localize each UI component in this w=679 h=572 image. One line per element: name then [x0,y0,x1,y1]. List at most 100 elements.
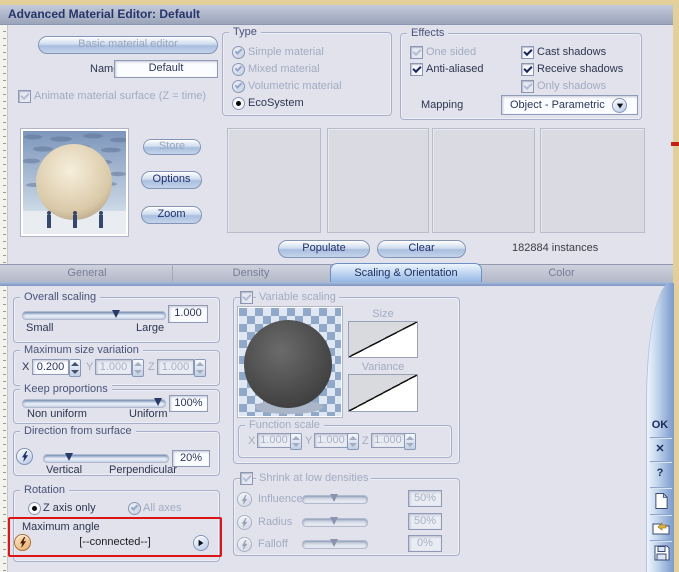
maximum-angle-function-bolt-icon[interactable] [14,534,31,551]
tab-color[interactable]: Color [480,264,643,282]
radio-all-axes[interactable] [128,502,141,515]
tab-accent-strip [0,282,673,286]
shrink-influence-bolt-icon [237,492,252,507]
cast-shadows-checkbox[interactable] [521,46,534,59]
shrink-influence-value: 50% [408,490,442,507]
animate-material-label: Animate material surface (Z = time) [34,90,207,102]
side-divider [650,461,672,462]
radio-simple-material [232,46,245,59]
variable-scaling-checkbox [240,291,253,304]
shrink-falloff-slider [302,539,368,549]
direction-function-bolt-icon[interactable] [16,448,33,465]
overall-scaling-value[interactable]: 1.000 [168,305,208,323]
variable-scaling-label: Variable scaling [256,291,339,303]
keep-proportions-max-label: Uniform [129,408,168,420]
radio-mixed-material-label: Mixed material [248,63,320,75]
variance-ramp[interactable] [348,374,418,412]
radio-volumetric-material [232,80,245,93]
msv-x-label: X [22,361,30,373]
populate-button[interactable]: Populate [278,240,370,258]
msv-z-value: 1.000 [157,359,194,375]
preview-sphere-image [22,131,128,234]
keep-proportions-slider[interactable] [22,398,166,408]
tab-general[interactable]: General [2,264,173,282]
name-input[interactable]: Default [114,60,218,78]
msv-x-value[interactable]: 0.200 [32,359,69,375]
shrink-influence-label: Influence [258,493,303,505]
fs-y-value: 1.000 [314,433,348,448]
size-ramp[interactable] [348,321,418,358]
save-material-icon[interactable] [654,545,670,564]
side-divider [650,437,672,438]
ecosystem-item-slot-2[interactable] [327,128,429,233]
help-button[interactable]: ? [648,467,672,481]
instance-count: 182884 instances [512,242,599,254]
radio-volumetric-material-label: Volumetric material [248,80,342,92]
radio-ecosystem-label: EcoSystem [248,97,304,109]
radio-ecosystem[interactable] [232,97,245,110]
direction-min-label: Vertical [46,464,83,476]
shrink-radius-value: 50% [408,513,442,530]
radio-z-axis-only-label: Z axis only [43,502,96,514]
anti-aliased-checkbox[interactable] [410,63,423,76]
direction-from-surface-label: Direction from surface [20,425,136,437]
fs-x-spinner [290,433,302,450]
shrink-falloff-label: Falloff [258,538,288,550]
tab-density[interactable]: Density [172,264,331,282]
radio-z-axis-only[interactable] [28,502,41,515]
clear-button[interactable]: Clear [377,240,466,258]
tab-scaling-orientation[interactable]: Scaling & Orientation [330,263,482,283]
ecosystem-item-slot-4[interactable] [540,128,645,233]
fs-z-label: Z [362,435,369,447]
msv-x-spinner[interactable] [69,359,81,377]
variance-ramp-label: Variance [361,361,405,373]
msv-y-value: 1.000 [95,359,132,375]
store-button: Store [143,139,201,155]
ecosystem-item-slot-3[interactable] [432,128,535,233]
ecosystem-item-slot-1[interactable] [227,128,321,233]
title-bar[interactable]: Advanced Material Editor: Default [0,5,673,25]
ok-button[interactable]: OK [648,419,672,433]
rotation-group-label: Rotation [20,484,69,496]
overall-scaling-slider[interactable] [22,310,166,320]
material-preview-image[interactable] [20,128,129,237]
cast-shadows-label: Cast shadows [537,46,607,58]
one-sided-label: One sided [426,46,477,58]
msv-y-label: Y [86,361,94,373]
load-material-icon[interactable] [652,519,670,538]
mapping-dropdown-arrow-icon[interactable] [612,98,627,113]
fs-x-label: X [248,435,256,447]
side-divider [650,540,672,541]
anti-aliased-label: Anti-aliased [426,63,484,75]
fs-x-value: 1.000 [257,433,291,448]
cancel-button[interactable]: ✕ [648,442,672,456]
shrink-falloff-bolt-icon [237,537,252,552]
type-group-label: Type [229,26,261,38]
zoom-button[interactable]: Zoom [141,206,202,224]
msv-z-label: Z [148,361,155,373]
new-document-icon[interactable] [654,492,669,513]
receive-shadows-checkbox[interactable] [521,63,534,76]
fs-y-label: Y [305,435,313,447]
keep-proportions-value[interactable]: 100% [169,395,208,412]
size-ramp-label: Size [372,308,394,320]
mapping-label: Mapping [421,99,464,111]
one-sided-checkbox [410,46,423,59]
advanced-material-editor-window: Advanced Material Editor: Default Basic … [0,0,679,572]
radio-all-axes-label: All axes [143,502,182,514]
maximum-angle-label: Maximum angle [22,521,100,533]
maximum-angle-value: [--connected--] [79,536,151,548]
keep-proportions-min-label: Non uniform [27,408,87,420]
options-button[interactable]: Options [141,171,202,189]
receive-shadows-label: Receive shadows [537,63,624,75]
only-shadows-checkbox [521,80,534,93]
overall-scaling-max-label: Large [136,322,165,334]
variable-scaling-preview [237,306,343,418]
shrink-influence-slider [302,494,368,504]
fs-z-value: 1.000 [371,433,405,448]
shrink-radius-bolt-icon [237,515,252,530]
direction-slider[interactable] [43,453,169,463]
overall-scaling-label: Overall scaling [20,291,101,303]
maximum-angle-flyout-arrow-icon[interactable] [193,535,209,551]
direction-value[interactable]: 20% [172,450,210,467]
